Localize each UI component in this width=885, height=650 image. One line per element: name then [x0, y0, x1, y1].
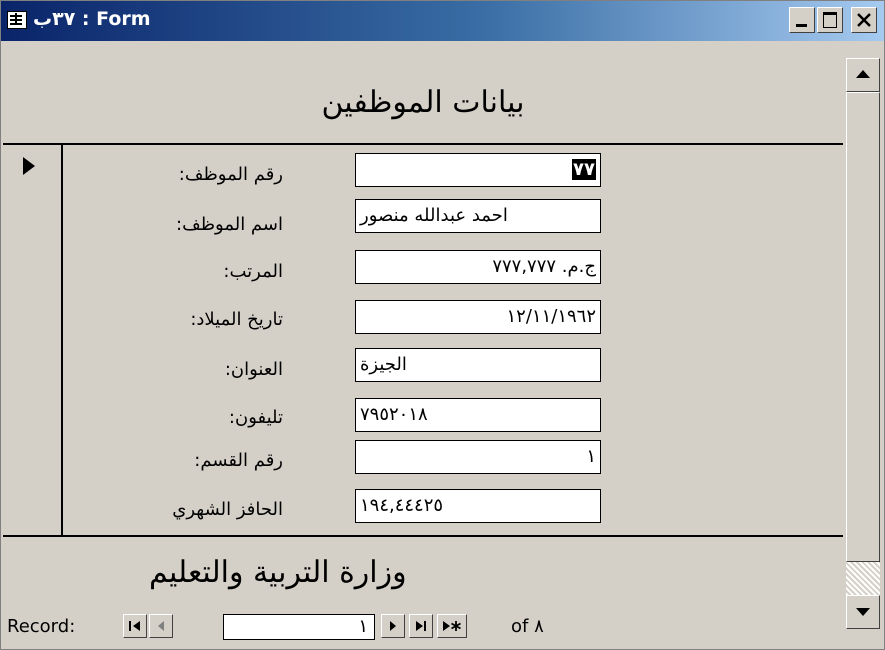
first-record-icon	[129, 621, 140, 631]
employee-id-label: رقم الموظف:	[178, 164, 283, 185]
last-record-icon	[416, 621, 426, 631]
current-record-field[interactable]: ١	[223, 614, 375, 640]
first-record-button[interactable]	[123, 614, 147, 638]
form-icon[interactable]	[7, 11, 27, 29]
close-icon	[857, 13, 871, 27]
record-count: of ٨	[511, 616, 544, 637]
window-title: ٣٧ب : Form	[33, 8, 151, 30]
previous-record-icon	[158, 621, 164, 631]
form-body: بيانات الموظفين رقم الموظف: ٧٧ اسم الموظ…	[3, 47, 843, 603]
close-button[interactable]	[851, 7, 877, 33]
monthly-bonus-label: الحافز الشهري	[172, 499, 283, 520]
title-bar[interactable]: ٣٧ب : Form	[1, 1, 884, 41]
footer-divider	[3, 535, 843, 537]
birth-date-label: تاريخ الميلاد:	[190, 309, 283, 330]
header-divider	[3, 143, 843, 145]
employee-name-label: اسم الموظف:	[176, 214, 283, 235]
maximize-button[interactable]	[817, 7, 843, 33]
record-label: Record:	[7, 616, 76, 637]
new-record-button[interactable]	[437, 614, 467, 638]
minimize-button[interactable]	[789, 7, 815, 33]
scroll-down-button[interactable]	[846, 595, 880, 629]
monthly-bonus-field[interactable]: ١٩٤,٤٤٤٢٥	[355, 489, 601, 523]
last-record-button[interactable]	[409, 614, 433, 638]
record-selector[interactable]	[3, 145, 63, 535]
scroll-up-button[interactable]	[846, 58, 880, 92]
vertical-scrollbar[interactable]	[845, 58, 881, 631]
birth-date-field[interactable]: ١٢/١١/١٩٦٢	[355, 300, 601, 334]
scroll-track[interactable]	[846, 562, 880, 595]
new-record-icon	[443, 621, 461, 631]
department-label: رقم القسم:	[194, 450, 283, 471]
employee-id-field[interactable]: ٧٧	[355, 153, 601, 187]
address-label: العنوان:	[224, 359, 283, 380]
phone-label: تليفون:	[228, 407, 283, 428]
employee-name-field[interactable]: احمد عبدالله منصور	[355, 199, 601, 233]
address-field[interactable]: الجيزة	[355, 348, 601, 382]
next-record-icon	[390, 621, 396, 631]
salary-label: المرتب:	[223, 261, 283, 282]
department-field[interactable]: ١	[355, 440, 601, 474]
form-header-title: بيانات الموظفين	[321, 85, 525, 120]
salary-field[interactable]: ج.م. ٧٧٧,٧٧٧	[355, 250, 601, 284]
next-record-button[interactable]	[381, 614, 405, 638]
record-navigation-bar: Record: ١ of ٨	[3, 606, 843, 646]
current-record-arrow-icon	[23, 157, 35, 175]
form-window: ٣٧ب : Form بيانات الموظفين رقم الموظف: ٧…	[0, 0, 885, 650]
previous-record-button[interactable]	[149, 614, 173, 638]
scroll-thumb[interactable]	[846, 92, 880, 562]
form-footer-title: وزارة التربية والتعليم	[149, 555, 407, 590]
phone-field[interactable]: ٧٩٥٢٠١٨	[355, 398, 601, 432]
